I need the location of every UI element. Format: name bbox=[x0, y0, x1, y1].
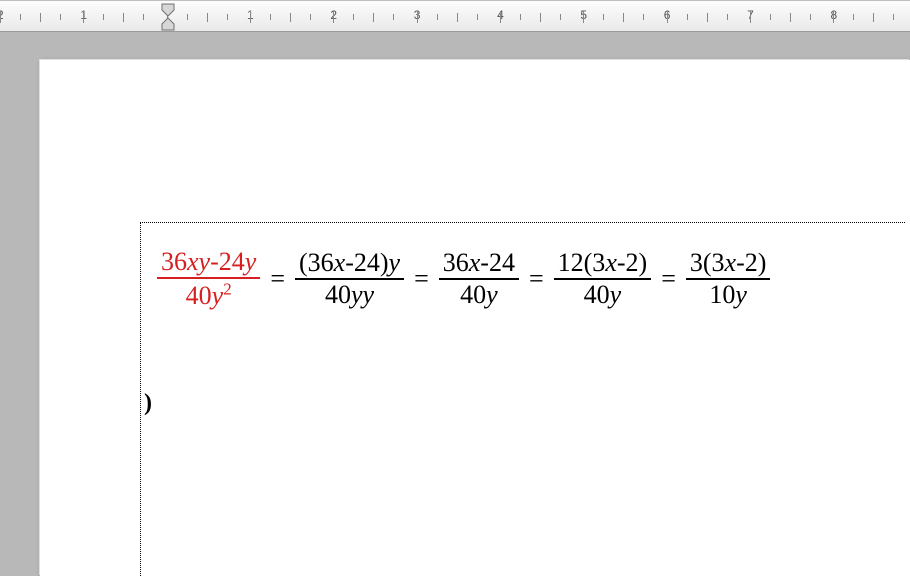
text-cursor: ) bbox=[144, 390, 152, 417]
fraction-term: 3(3x-2) 10y bbox=[686, 248, 771, 310]
equals-sign: = bbox=[268, 264, 287, 294]
denominator: 40y bbox=[460, 280, 498, 309]
equation[interactable]: 36xy-24y 40y2 = (36x-24)y 40yy = 36x-24 … bbox=[157, 247, 895, 310]
denominator: 10y bbox=[709, 280, 747, 309]
equals-sign: = bbox=[412, 264, 431, 294]
ruler-scale: 2 1 1 2 3 4 5 6 7 8 9 10 11 bbox=[0, 5, 910, 27]
horizontal-ruler[interactable]: 2 1 1 2 3 4 5 6 7 8 9 10 11 bbox=[0, 0, 910, 32]
numerator: (36x-24)y bbox=[299, 248, 400, 277]
fraction-term: 36xy-24y 40y2 bbox=[157, 247, 260, 310]
document-page[interactable]: 36xy-24y 40y2 = (36x-24)y 40yy = 36x-24 … bbox=[40, 60, 910, 576]
fraction-term: (36x-24)y 40yy bbox=[295, 248, 404, 310]
numerator: 12(3x-2) bbox=[558, 248, 648, 277]
equals-sign: = bbox=[527, 264, 546, 294]
equals-sign: = bbox=[659, 264, 678, 294]
numerator: 36x-24 bbox=[443, 248, 515, 277]
denominator: 40y bbox=[584, 280, 622, 309]
denominator: 40y2 bbox=[186, 281, 232, 310]
fraction-term: 36x-24 40y bbox=[439, 248, 519, 310]
fraction-term: 12(3x-2) 40y bbox=[554, 248, 652, 310]
text-frame[interactable]: 36xy-24y 40y2 = (36x-24)y 40yy = 36x-24 … bbox=[140, 222, 905, 576]
numerator: 3(3x-2) bbox=[690, 248, 767, 277]
denominator: 40yy bbox=[325, 280, 374, 309]
numerator: 36xy-24y bbox=[161, 247, 256, 276]
